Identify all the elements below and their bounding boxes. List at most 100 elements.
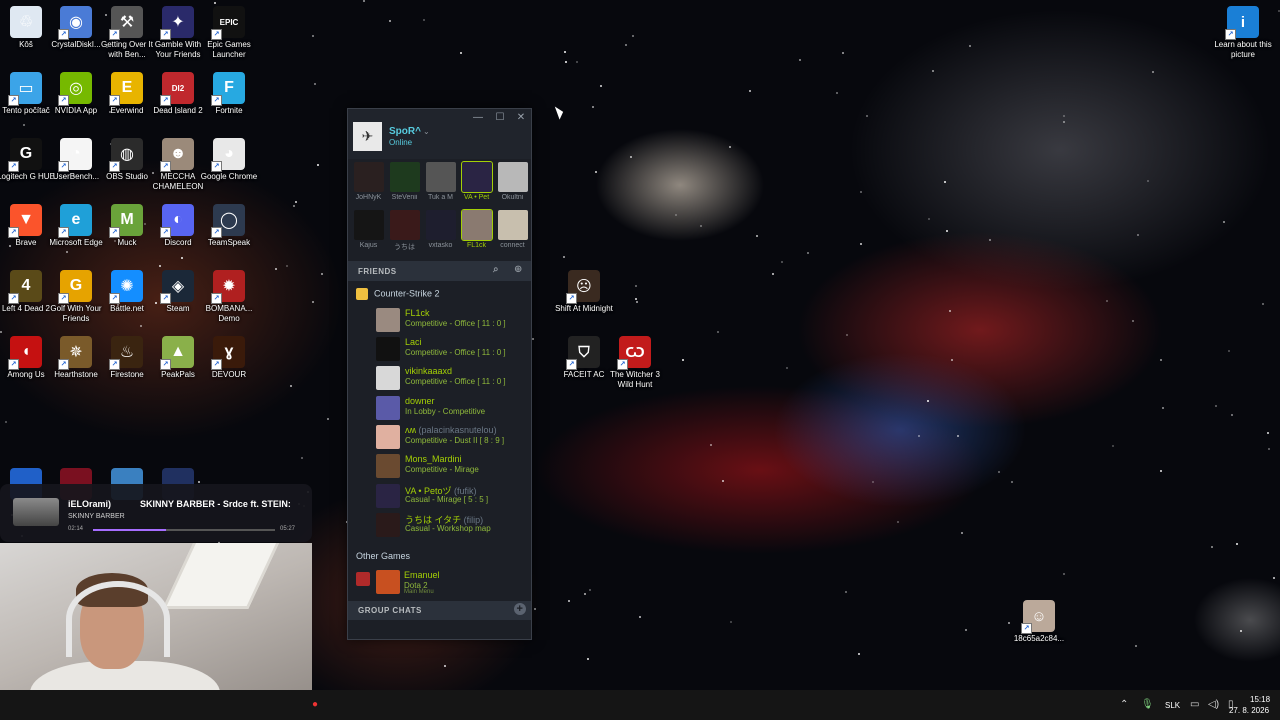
desktop-icon-label: TeamSpeak [207, 238, 251, 247]
app-icon: 4 ↗ [8, 270, 42, 304]
desktop-icon[interactable]: ✹ ↗ BOMBANA... Demo [198, 270, 260, 324]
app-icon: ◎ ↗ [58, 72, 92, 106]
steam-username[interactable]: SpoR^ ⌄ [389, 126, 430, 137]
friend-group-header[interactable]: Counter-Strike 2 [356, 288, 440, 300]
app-glyph: e [71, 211, 81, 228]
recent-friend[interactable]: Kajus [352, 210, 385, 249]
recent-friend[interactable]: Okultni [496, 162, 529, 201]
recent-friend[interactable]: VA • Pet [460, 161, 493, 201]
star [1210, 545, 1213, 548]
desktop-icon[interactable]: ☹ ↗ Shift At Midnight [553, 270, 615, 314]
user-avatar[interactable]: ✈ [353, 122, 382, 151]
app-icon: e ↗ [58, 204, 92, 238]
shortcut-arrow-icon: ↗ [8, 161, 19, 172]
shortcut-arrow-icon: ↗ [109, 227, 120, 238]
shortcut-arrow-icon: ↗ [211, 227, 222, 238]
shortcut-arrow-icon: ↗ [566, 293, 577, 304]
desktop-icon[interactable]: ◕ ↗ Google Chrome [198, 138, 260, 182]
clock[interactable]: 15:18 27. 8. 2026 [1229, 694, 1270, 716]
star [443, 664, 446, 667]
desktop-icon[interactable]: ◯ ↗ TeamSpeak [198, 204, 260, 248]
recent-friend[interactable]: FL1ck [460, 209, 493, 249]
steam-header: ✈ SpoR^ ⌄ Online — ☐ ✕ [348, 109, 531, 159]
app-icon: ◯ ↗ [211, 204, 245, 238]
search-icon[interactable]: ⌕ [493, 264, 499, 275]
cs2-icon [356, 288, 368, 300]
recent-friend[interactable]: SteVenii [388, 162, 421, 201]
minimize-icon[interactable]: — [471, 112, 485, 123]
desktop-icon[interactable]: EPIC ↗ Epic Games Launcher [198, 6, 260, 60]
add-friend-icon[interactable]: ⊕ [514, 264, 523, 275]
recent-friend[interactable]: うちは [388, 210, 421, 252]
avatar [389, 162, 420, 192]
add-group-chat-icon[interactable]: + [514, 603, 526, 615]
friend-row[interactable]: うちは イタチ (filip) Casual - Workshop map [376, 512, 526, 540]
shortcut-arrow-icon: ↗ [58, 359, 69, 370]
star [1214, 405, 1217, 408]
track-progress-bar[interactable] [93, 529, 275, 531]
star [564, 60, 567, 63]
desktop-icon[interactable]: ɣ ↗ DEVOUR [198, 336, 260, 380]
other-games-header[interactable]: Other Games [356, 551, 410, 561]
friend-game: In Lobby - Competitive [405, 407, 486, 416]
friend-game-sub: Main Menu [404, 589, 434, 595]
friend-row[interactable]: VA • Petoヅ (fufik) Casual - Mirage [ 5 : … [376, 483, 526, 511]
star [1228, 349, 1231, 352]
media-player-overlay[interactable]: iELOrami) SKINNY BARBER - Srdce ft. STEI… [0, 484, 312, 542]
desktop-icon[interactable]: i ↗ Learn about this picture [1212, 6, 1274, 60]
shortcut-arrow-icon: ↗ [211, 29, 222, 40]
friend-row[interactable]: vikinkaaaxd Competitive - Office [ 11 : … [376, 365, 526, 393]
desktop-icon-label: 18c65a2c84... [1013, 634, 1065, 643]
app-icon: G ↗ [58, 270, 92, 304]
friend-row[interactable]: downer In Lobby - Competitive [376, 395, 526, 423]
desktop-icon[interactable]: F ↗ Fortnite [198, 72, 260, 116]
maximize-icon[interactable]: ☐ [493, 112, 507, 123]
star [1267, 448, 1270, 451]
volume-icon[interactable]: ◁) [1208, 699, 1219, 710]
chevron-down-icon[interactable]: ⌄ [423, 127, 430, 136]
friend-row[interactable]: FL1ck Competitive - Office [ 11 : 0 ] [376, 307, 526, 335]
app-glyph: F [224, 79, 234, 96]
app-icon: ♲ [10, 6, 42, 38]
shortcut-arrow-icon: ↗ [109, 161, 120, 172]
avatar [376, 454, 400, 478]
chevron-up-icon[interactable]: ⌃ [1120, 699, 1128, 710]
close-icon[interactable]: ✕ [514, 112, 528, 123]
recent-friend-name: Okultni [501, 194, 524, 201]
steam-friends-window[interactable]: ✈ SpoR^ ⌄ Online — ☐ ✕ JoHNyK SteVenii Tuk … [347, 108, 532, 640]
recent-friend[interactable]: connect [496, 210, 529, 249]
recording-icon[interactable]: ● [312, 699, 318, 710]
app-icon: ✵ ↗ [58, 336, 92, 370]
star [1239, 630, 1242, 633]
microphone-icon[interactable]: 🎙 [1141, 699, 1154, 710]
recent-friend[interactable]: JoHNyK [352, 162, 385, 201]
star [771, 273, 774, 276]
dota2-icon [356, 572, 370, 586]
friend-row-emanuel[interactable]: Emanuel Dota 2 Main Menu [356, 569, 526, 597]
network-icon[interactable]: ▭ [1190, 699, 1199, 710]
recent-friend[interactable]: Tuk a M [424, 162, 457, 201]
friend-game: Competitive - Office [ 11 : 0 ] [405, 348, 506, 357]
clock-date: 27. 8. 2026 [1228, 706, 1270, 715]
star [1131, 320, 1134, 323]
star [314, 82, 317, 85]
avatar [389, 210, 420, 240]
friend-display-name: ʌʍ [405, 425, 416, 435]
desktop-icon[interactable]: Ѡ ↗ The Witcher 3 Wild Hunt [604, 336, 666, 390]
friend-name: ʌʍ (palacinkasnutelou) [405, 425, 497, 435]
input-language[interactable]: SLK [1165, 701, 1180, 710]
friend-row[interactable]: Mons_Mardini Competitive - Mirage [376, 453, 526, 481]
shortcut-arrow-icon: ↗ [1225, 29, 1236, 40]
shortcut-arrow-icon: ↗ [211, 359, 222, 370]
app-icon: ▭ ↗ [8, 72, 42, 106]
desktop-icon[interactable]: ☺ ↗ 18c65a2c84... [1008, 600, 1070, 644]
group-chats-header[interactable]: GROUP CHATS + [348, 601, 531, 620]
friend-row[interactable]: Laci Competitive - Office [ 11 : 0 ] [376, 336, 526, 364]
app-glyph: ✹ [222, 278, 236, 295]
app-glyph: ◔ [71, 145, 81, 162]
app-glyph: ✺ [120, 278, 134, 295]
track-elapsed: 02:14 [68, 526, 84, 532]
friend-row[interactable]: ʌʍ (palacinkasnutelou) Competitive - Dust… [376, 424, 526, 452]
shortcut-arrow-icon: ↗ [211, 95, 222, 106]
recent-friend[interactable]: vxtasko [424, 210, 457, 249]
